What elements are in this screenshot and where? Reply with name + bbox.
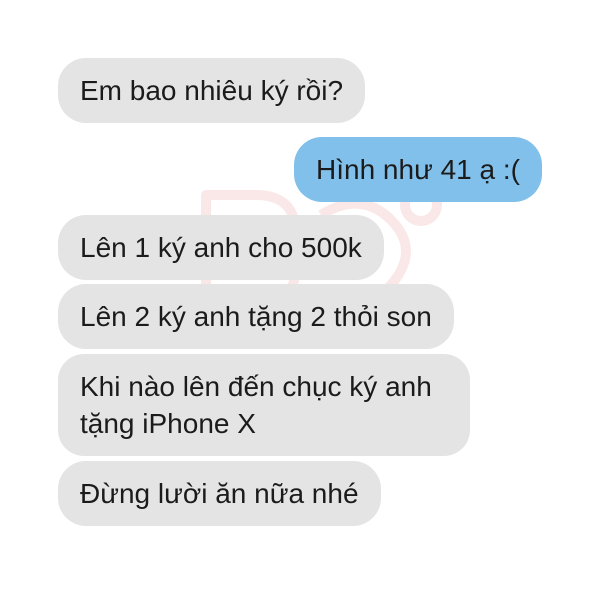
message-bubble-received[interactable]: Đừng lười ăn nữa nhé <box>58 461 381 526</box>
message-bubble-received[interactable]: Lên 2 ký anh tặng 2 thỏi son <box>58 284 454 349</box>
message-bubble-received[interactable]: Em bao nhiêu ký rồi? <box>58 58 366 123</box>
message-bubble-received[interactable]: Khi nào lên đến chục ký anh tặng iPhone … <box>58 354 470 456</box>
message-bubble-sent[interactable]: Hình như 41 ạ :( <box>294 137 542 202</box>
chat-thread: Em bao nhiêu ký rồi? Hình như 41 ạ :( Lê… <box>0 0 600 600</box>
message-bubble-received[interactable]: Lên 1 ký anh cho 500k <box>58 215 384 280</box>
